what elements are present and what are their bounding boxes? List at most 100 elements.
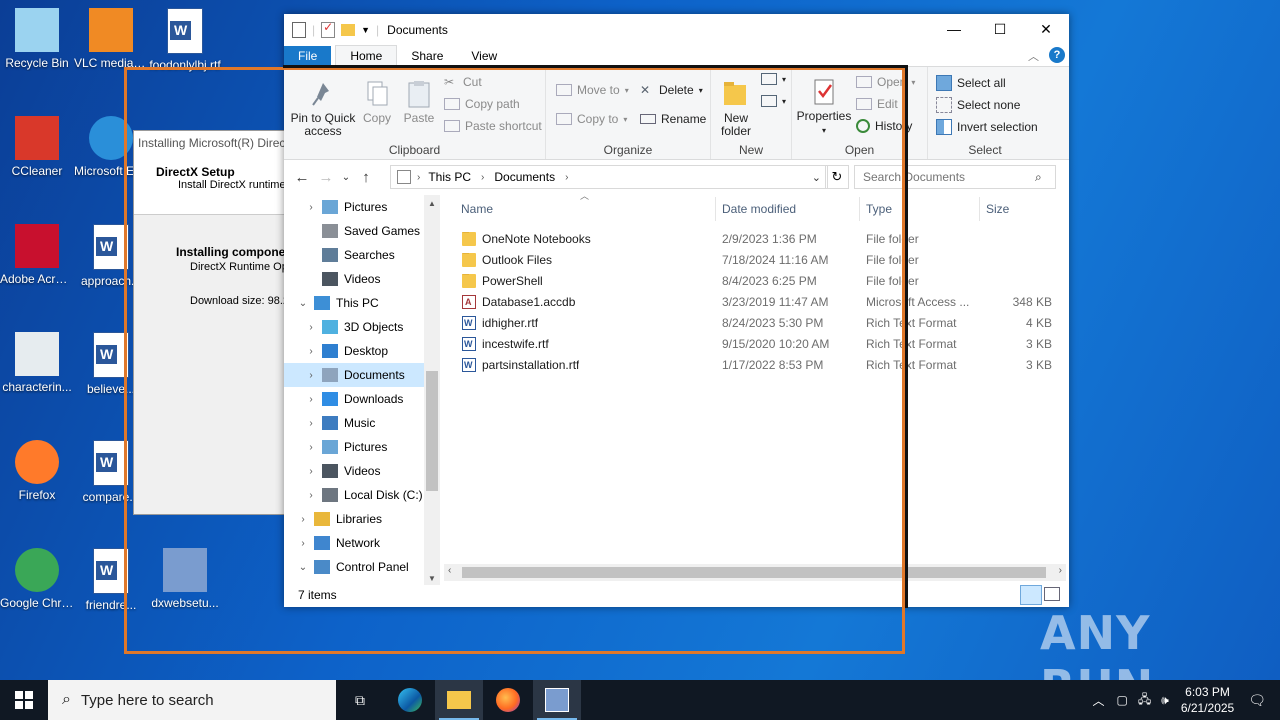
nav-item-searches[interactable]: Searches (284, 243, 440, 267)
column-date-modified[interactable]: Date modified (722, 202, 796, 216)
file-row[interactable]: Outlook Files 7/18/2024 11:16 AM File fold… (444, 250, 1054, 271)
close-button[interactable]: ✕ (1023, 14, 1069, 44)
pin-quick-access-button[interactable]: Pin to Quick access (288, 79, 358, 138)
desktop-icon[interactable]: Wfoodonlylbj.rtf (148, 8, 222, 73)
select-none-button[interactable]: Select none (936, 97, 1020, 113)
tab-share[interactable]: Share (397, 46, 457, 66)
taskbar-firefox[interactable] (484, 680, 532, 720)
nav-item-3d-objects[interactable]: › 3D Objects (284, 315, 440, 339)
desktop-icon[interactable]: dxwebsetu... (148, 548, 222, 611)
new-folder-qa-icon[interactable] (341, 24, 356, 36)
nav-item-downloads[interactable]: › Downloads (284, 387, 440, 411)
nav-item-network[interactable]: › Network (284, 531, 440, 555)
cut-button[interactable]: ✂ Cut (444, 75, 482, 89)
select-all-button[interactable]: Select all (936, 75, 1006, 91)
properties-button[interactable]: Properties ▾ (796, 77, 852, 137)
nav-item-local-disk-c[interactable]: › Local Disk (C:) (284, 483, 440, 507)
tab-file[interactable]: File (284, 46, 332, 66)
qa-dropdown-icon[interactable]: ▼ (361, 25, 370, 35)
nav-item-pictures[interactable]: › Pictures (284, 195, 440, 219)
nav-item-documents[interactable]: › Documents (284, 363, 440, 387)
tab-home[interactable]: Home (335, 45, 398, 66)
address-dropdown-icon[interactable]: ⌄ (812, 171, 821, 184)
nav-item-this-pc[interactable]: ⌄ This PC (284, 291, 440, 315)
file-list-horizontal-scrollbar[interactable]: ‹ › (444, 564, 1066, 581)
scroll-up-icon[interactable]: ▲ (424, 199, 440, 208)
chevron-right-icon[interactable]: › (306, 346, 316, 357)
search-box[interactable]: ⌕ (854, 165, 1056, 189)
desktop-icon[interactable]: characterin... (0, 332, 74, 395)
history-button[interactable]: History (856, 119, 912, 133)
scroll-left-icon[interactable]: ‹ (448, 565, 451, 576)
chevron-right-icon[interactable]: › (306, 418, 316, 429)
chevron-right-icon[interactable]: › (306, 322, 316, 333)
nav-item-videos[interactable]: › Videos (284, 459, 440, 483)
nav-item-pictures[interactable]: › Pictures (284, 435, 440, 459)
maximize-button[interactable]: ☐ (977, 14, 1023, 44)
copy-button[interactable]: Copy (360, 79, 394, 125)
desktop-icon[interactable]: Google Chrome (0, 548, 74, 611)
chevron-down-icon[interactable]: ⌄ (298, 562, 308, 573)
desktop-icon[interactable]: Firefox (0, 440, 74, 503)
new-item-button[interactable]: ▾ (761, 73, 786, 85)
breadcrumb-this-pc[interactable]: This PC (428, 170, 471, 184)
tab-view[interactable]: View (457, 46, 511, 66)
new-folder-button[interactable]: New folder (715, 79, 757, 138)
file-row[interactable]: partsinstallation.rtf1/17/2022 8:53 PMRi… (444, 355, 1054, 376)
navigation-pane-scrollbar[interactable]: ▲ ▼ (424, 195, 440, 585)
desktop-icon[interactable]: VLC media player (74, 8, 148, 71)
copy-to-button[interactable]: Copy to ▾ (556, 112, 627, 126)
nav-item-desktop[interactable]: › Desktop (284, 339, 440, 363)
notifications-icon[interactable]: 🗨 (1248, 692, 1266, 709)
delete-button[interactable]: ✕ Delete ▾ (640, 83, 703, 97)
details-view-icon[interactable] (1020, 585, 1042, 605)
address-bar[interactable]: › This PC › Documents › ⌄ (390, 165, 828, 189)
column-size[interactable]: Size (986, 202, 1009, 216)
network-icon[interactable]: 🖧 (1138, 690, 1151, 711)
chevron-right-icon[interactable]: › (298, 538, 308, 549)
checkmark-qa-icon[interactable]: ✓ (321, 20, 336, 38)
breadcrumb-documents[interactable]: Documents (494, 170, 555, 184)
recent-locations-button[interactable]: ⌄ (338, 172, 354, 183)
file-row[interactable]: OneNote Notebooks 2/9/2023 1:36 PM File fo… (444, 229, 1054, 250)
easy-access-button[interactable]: ▾ (761, 95, 786, 107)
taskbar-search-box[interactable]: ⌕ Type here to search (48, 680, 336, 720)
desktop-icon[interactable]: CCleaner (0, 116, 74, 179)
edit-button[interactable]: Edit (856, 97, 898, 111)
chevron-down-icon[interactable]: ⌄ (298, 298, 308, 309)
nav-item-saved-games[interactable]: Saved Games (284, 219, 440, 243)
chevron-right-icon[interactable]: › (306, 466, 316, 477)
chevron-right-icon[interactable]: › (306, 202, 316, 213)
open-button[interactable]: Open ▾ (856, 75, 915, 89)
properties-qa-icon[interactable] (292, 22, 306, 38)
task-view-button[interactable]: ⧉ (336, 680, 384, 720)
taskbar-directx-setup[interactable] (533, 680, 581, 720)
taskbar-edge[interactable] (386, 680, 434, 720)
rename-button[interactable]: Rename (640, 112, 706, 126)
chevron-right-icon[interactable]: › (306, 394, 316, 405)
horizontal-scroll-thumb[interactable] (462, 567, 1046, 578)
search-input[interactable] (861, 169, 1035, 185)
column-type[interactable]: Type (866, 202, 892, 216)
help-icon[interactable]: ? (1049, 47, 1065, 63)
paste-button[interactable]: Paste (400, 79, 438, 125)
up-button[interactable]: ↑ (354, 169, 378, 186)
nav-item-videos[interactable]: Videos (284, 267, 440, 291)
nav-item-libraries[interactable]: › Libraries (284, 507, 440, 531)
file-row[interactable]: Database1.accdb3/23/2019 11:47 AMMicroso… (444, 292, 1054, 313)
nav-item-music[interactable]: › Music (284, 411, 440, 435)
desktop-icon[interactable]: Wfriendre... (74, 548, 148, 613)
forward-button[interactable]: → (314, 169, 338, 186)
large-icons-view-icon[interactable] (1044, 587, 1060, 601)
file-row[interactable]: idhigher.rtf8/24/2023 5:30 PMRich Text F… (444, 313, 1054, 334)
paste-shortcut-button[interactable]: Paste shortcut (444, 119, 542, 133)
desktop-icon[interactable]: Adobe Acrobat (0, 224, 74, 287)
show-hidden-icons-icon[interactable]: ︿ (1093, 692, 1105, 709)
nav-item-control-panel[interactable]: ⌄ Control Panel (284, 555, 440, 579)
scroll-down-icon[interactable]: ▼ (428, 574, 436, 583)
back-button[interactable]: ← (290, 169, 314, 186)
chevron-right-icon[interactable]: › (306, 370, 316, 381)
scroll-right-icon[interactable]: › (1059, 565, 1062, 576)
volume-icon[interactable]: 🕪 (1161, 693, 1169, 708)
invert-selection-button[interactable]: Invert selection (936, 119, 1038, 135)
